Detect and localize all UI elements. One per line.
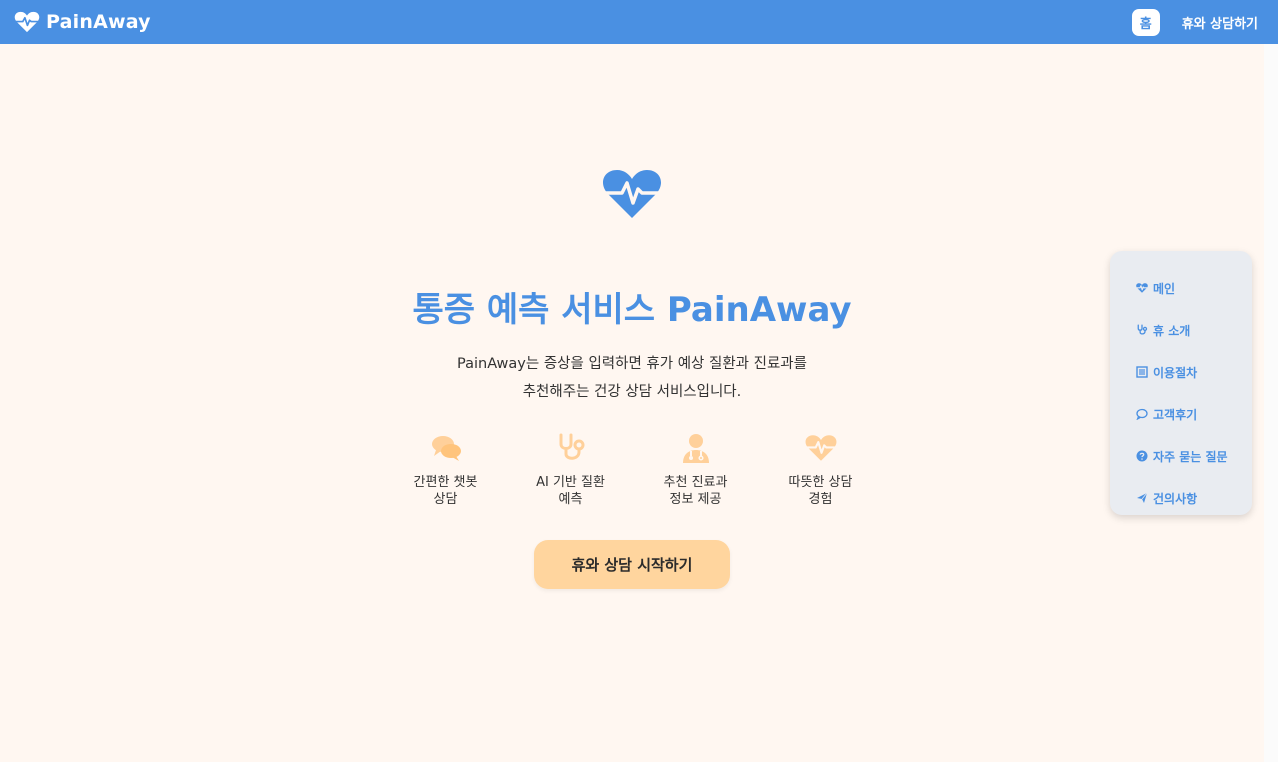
- side-menu-label: 건의사항: [1153, 491, 1198, 506]
- feature-item: 따뜻한 상담 경험: [758, 432, 883, 508]
- hero-description-line: 추천해주는 건강 상담 서비스입니다.: [522, 384, 742, 400]
- feature-label: 추천 진료과 정보 제공: [663, 475, 728, 507]
- stethoscope-icon: [559, 433, 584, 460]
- side-menu-label: 이용절차: [1153, 365, 1198, 380]
- feature-label: 따뜻한 상담 경험: [788, 475, 853, 507]
- list-icon: [1136, 366, 1148, 378]
- side-menu-item-about[interactable]: 휴 소개: [1136, 309, 1252, 351]
- feature-item: 추천 진료과 정보 제공: [633, 432, 758, 508]
- nav-home-link[interactable]: 홈: [1131, 8, 1160, 36]
- stethoscope-icon: [1137, 324, 1148, 335]
- feature-label: AI 기반 질환 예측: [536, 475, 605, 507]
- side-menu-label: 자주 묻는 질문: [1153, 449, 1228, 464]
- heart-pulse-icon: [1136, 283, 1148, 293]
- floating-side-menu: 메인 휴 소개 이용절차 고객후기 자주 묻는 질문 건의사항: [1110, 251, 1252, 515]
- main-nav: 홈 휴와 상담하기: [1131, 8, 1258, 36]
- side-menu-item-faq[interactable]: 자주 묻는 질문: [1136, 435, 1252, 477]
- feature-item: AI 기반 질환 예측: [508, 432, 633, 508]
- start-consult-button[interactable]: 휴와 상담 시작하기: [534, 540, 730, 589]
- heart-pulse-icon: [602, 170, 662, 218]
- side-menu-item-main[interactable]: 메인: [1136, 267, 1252, 309]
- side-menu-label: 메인: [1153, 281, 1176, 296]
- paper-plane-icon: [1137, 492, 1148, 503]
- side-menu-item-suggestions[interactable]: 건의사항: [1136, 477, 1252, 519]
- heart-pulse-icon: [14, 11, 40, 33]
- side-menu-item-procedure[interactable]: 이용절차: [1136, 351, 1252, 393]
- side-menu-item-reviews[interactable]: 고객후기: [1136, 393, 1252, 435]
- heart-pulse-icon: [805, 435, 836, 461]
- doctor-icon: [682, 434, 709, 463]
- feature-item: 간편한 챗봇 상담: [383, 432, 508, 508]
- page-title: 통증 예측 서비스 PainAway: [412, 290, 852, 330]
- feature-label: 간편한 챗봇 상담: [413, 475, 478, 507]
- hero-description-line: PainAway는 증상을 입력하면 휴가 예상 질환과 진료과를: [457, 356, 807, 372]
- hero-section: 통증 예측 서비스 PainAway PainAway는 증상을 입력하면 휴가…: [0, 44, 1264, 762]
- hero-description: PainAway는 증상을 입력하면 휴가 예상 질환과 진료과를 추천해주는 …: [0, 350, 1264, 406]
- nav-consult-link[interactable]: 휴와 상담하기: [1182, 13, 1258, 32]
- comment-icon: [1136, 408, 1148, 420]
- feature-list: 간편한 챗봇 상담 AI 기반 질환 예측 추천 진료과 정보 제공 따뜻한 상…: [383, 432, 883, 508]
- side-menu-label: 휴 소개: [1153, 323, 1191, 338]
- chat-bubbles-icon: [431, 436, 461, 461]
- scrollbar-track[interactable]: [1264, 44, 1278, 762]
- question-circle-icon: [1136, 450, 1148, 462]
- brand-logo[interactable]: PainAway: [14, 11, 151, 33]
- side-menu-label: 고객후기: [1153, 407, 1198, 422]
- brand-name: PainAway: [46, 11, 151, 33]
- top-navbar: PainAway 홈 휴와 상담하기: [0, 0, 1278, 44]
